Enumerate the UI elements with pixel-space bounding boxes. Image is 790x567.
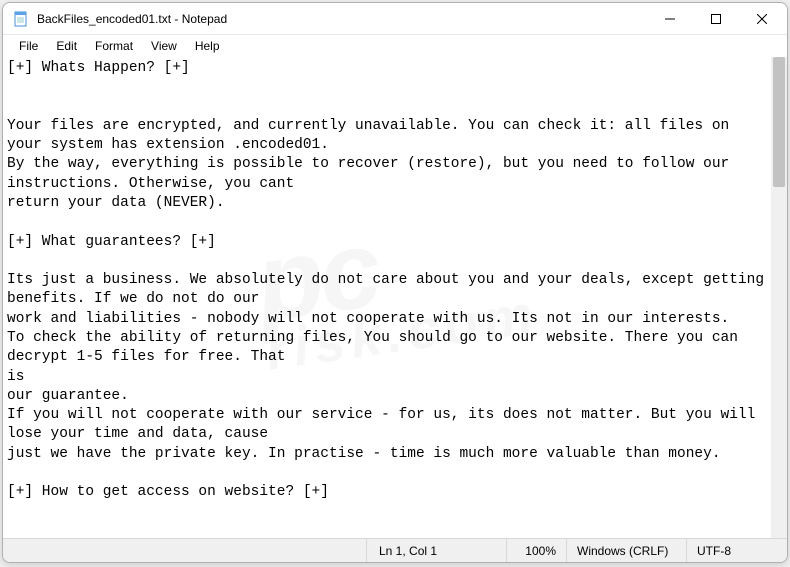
status-encoding: UTF-8 xyxy=(687,539,787,562)
status-spacer xyxy=(3,539,367,562)
close-button[interactable] xyxy=(739,3,785,34)
menu-edit[interactable]: Edit xyxy=(48,37,85,55)
scrollbar-thumb[interactable] xyxy=(773,57,785,187)
statusbar: Ln 1, Col 1 100% Windows (CRLF) UTF-8 xyxy=(3,538,787,562)
content-area: [+] Whats Happen? [+] Your files are enc… xyxy=(3,57,787,538)
status-lncol: Ln 1, Col 1 xyxy=(367,539,507,562)
minimize-button[interactable] xyxy=(647,3,693,34)
vertical-scrollbar[interactable] xyxy=(771,57,787,538)
menubar: File Edit Format View Help xyxy=(3,35,787,57)
window-controls xyxy=(647,3,785,34)
menu-format[interactable]: Format xyxy=(87,37,141,55)
text-editor[interactable]: [+] Whats Happen? [+] Your files are enc… xyxy=(3,57,771,538)
titlebar: BackFiles_encoded01.txt - Notepad xyxy=(3,3,787,35)
window-title: BackFiles_encoded01.txt - Notepad xyxy=(37,12,647,26)
notepad-icon xyxy=(13,11,29,27)
maximize-button[interactable] xyxy=(693,3,739,34)
menu-help[interactable]: Help xyxy=(187,37,228,55)
status-zoom: 100% xyxy=(507,539,567,562)
notepad-window: BackFiles_encoded01.txt - Notepad File E… xyxy=(2,2,788,563)
menu-file[interactable]: File xyxy=(11,37,46,55)
menu-view[interactable]: View xyxy=(143,37,185,55)
status-eol: Windows (CRLF) xyxy=(567,539,687,562)
